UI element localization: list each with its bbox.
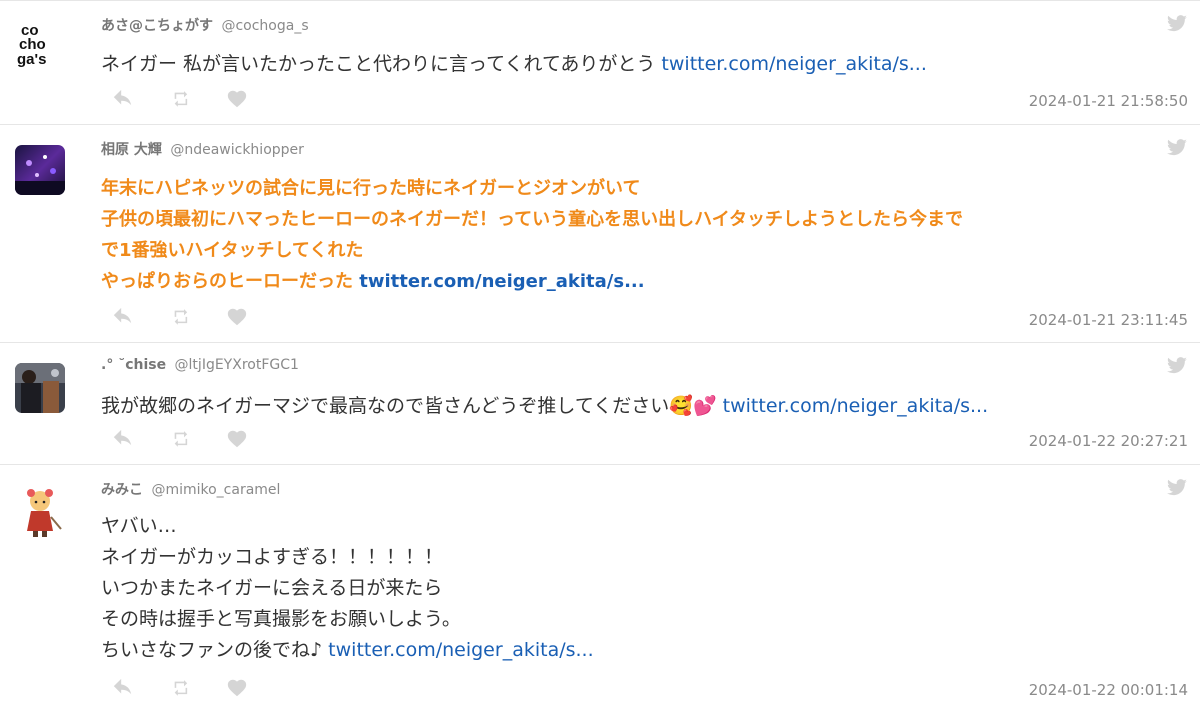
tweet-text-line: ネイガー 私が言いたかったこと代わりに言ってくれてありがとう [101,53,662,75]
tweet-link[interactable]: twitter.com/neiger_akita/s... [661,53,926,75]
user-handle[interactable]: @ndeawickhiopper [170,142,304,158]
tweet-link[interactable]: twitter.com/neiger_akita/s... [723,395,988,417]
tweet-header: 相原 大輝 @ndeawickhiopper [101,139,304,159]
tweet-card: co cho ga's あさ@こちょがす @cochoga_s ネイガー 私が言… [0,0,1200,125]
tweet-text-line-last: ちいさなファンの後でね♪ twitter.com/neiger_akita/s.… [101,635,594,666]
retweet-icon[interactable] [170,306,196,328]
like-icon[interactable] [226,677,252,699]
tweet-text: ヤバい… ネイガーがカッコよすぎる！！！！！！ いつかまたネイガーに会える日が来… [101,511,594,666]
user-handle[interactable]: @mimiko_caramel [151,482,280,498]
tweet-link[interactable]: twitter.com/neiger_akita/s... [359,271,644,292]
tweet-header: .° ˘chise @ltjIgEYXrotFGC1 [101,357,299,373]
twitter-bird-icon[interactable] [1166,357,1188,375]
tweet-text: 年末にハピネッツの試合に見に行った時にネイガーとジオンがいて 子供の頃最初にハマ… [101,173,963,297]
tweet-text: 我が故郷のネイガーマジで最高なので皆さんどうぞ推してください🥰💕 twitter… [101,391,988,421]
twitter-bird-icon[interactable] [1166,139,1188,157]
retweet-icon[interactable] [170,88,196,110]
tweet-text-line: いつかまたネイガーに会える日が来たら [101,577,443,599]
tweet-header: みみこ @mimiko_caramel [101,479,280,499]
reply-icon[interactable] [112,306,138,328]
like-icon[interactable] [226,306,252,328]
reply-icon[interactable] [112,677,138,699]
reply-icon[interactable] [112,428,138,450]
tweet-link[interactable]: twitter.com/neiger_akita/s... [328,639,593,661]
tweet-text-line: ネイガーがカッコよすぎる！！！！！！ [101,546,444,568]
retweet-icon[interactable] [170,677,196,699]
tweet-text-line-last: やっぱりおらのヒーローだった twitter.com/neiger_akita/… [101,266,963,297]
user-handle[interactable]: @cochoga_s [221,18,308,34]
tweet-text-line: 年末にハピネッツの試合に見に行った時にネイガーとジオンがいて [101,178,641,199]
like-icon[interactable] [226,428,252,450]
svg-text:ga's: ga's [17,51,46,68]
tweet-text-fragment: やっぱりおらのヒーローだった [101,271,360,292]
tweet-text-line: 子供の頃最初にハマったヒーローのネイガーだ！っていう童心を思い出しハイタッチしよ… [101,209,964,230]
tweet-header: あさ@こちょがす @cochoga_s [101,15,309,35]
tweet-timestamp[interactable]: 2024-01-22 20:27:21 [1029,432,1188,450]
twitter-bird-icon[interactable] [1166,15,1188,33]
user-name[interactable]: あさ@こちょがす [101,18,213,34]
user-name[interactable]: 相原 大輝 [101,142,162,158]
tweet-card: みみこ @mimiko_caramel ヤバい… ネイガーがカッコよすぎる！！！… [0,464,1200,713]
tweet-text-line: 我が故郷のネイガーマジで最高なので皆さんどうぞ推してください🥰💕 [101,395,723,417]
retweet-icon[interactable] [170,428,196,450]
tweet-text-line: その時は握手と写真撮影をお願いしよう。 [101,608,461,630]
user-handle[interactable]: @ltjIgEYXrotFGC1 [175,357,299,373]
user-name[interactable]: .° ˘chise [101,357,166,373]
like-icon[interactable] [226,88,252,110]
tweet-timestamp[interactable]: 2024-01-22 00:01:14 [1029,681,1188,699]
tweet-timestamp[interactable]: 2024-01-21 21:58:50 [1029,92,1188,110]
tweet-card: .° ˘chise @ltjIgEYXrotFGC1 我が故郷のネイガーマジで最… [0,342,1200,465]
avatar[interactable] [15,363,65,413]
tweet-text-line: ヤバい… [101,515,177,537]
tweet-timestamp[interactable]: 2024-01-21 23:11:45 [1029,311,1188,329]
tweet-text: ネイガー 私が言いたかったこと代わりに言ってくれてありがとう twitter.c… [101,49,927,79]
tweet-text-line: で1番強いハイタッチしてくれた [101,240,364,261]
reply-icon[interactable] [112,88,138,110]
user-name[interactable]: みみこ [101,482,143,498]
tweet-card: 相原 大輝 @ndeawickhiopper 年末にハピネッツの試合に見に行った… [0,124,1200,343]
tweet-text-fragment: ちいさなファンの後でね♪ [101,639,329,661]
twitter-bird-icon[interactable] [1166,479,1188,497]
avatar[interactable]: co cho ga's [15,19,65,69]
avatar[interactable] [15,145,65,195]
avatar[interactable] [15,487,65,537]
